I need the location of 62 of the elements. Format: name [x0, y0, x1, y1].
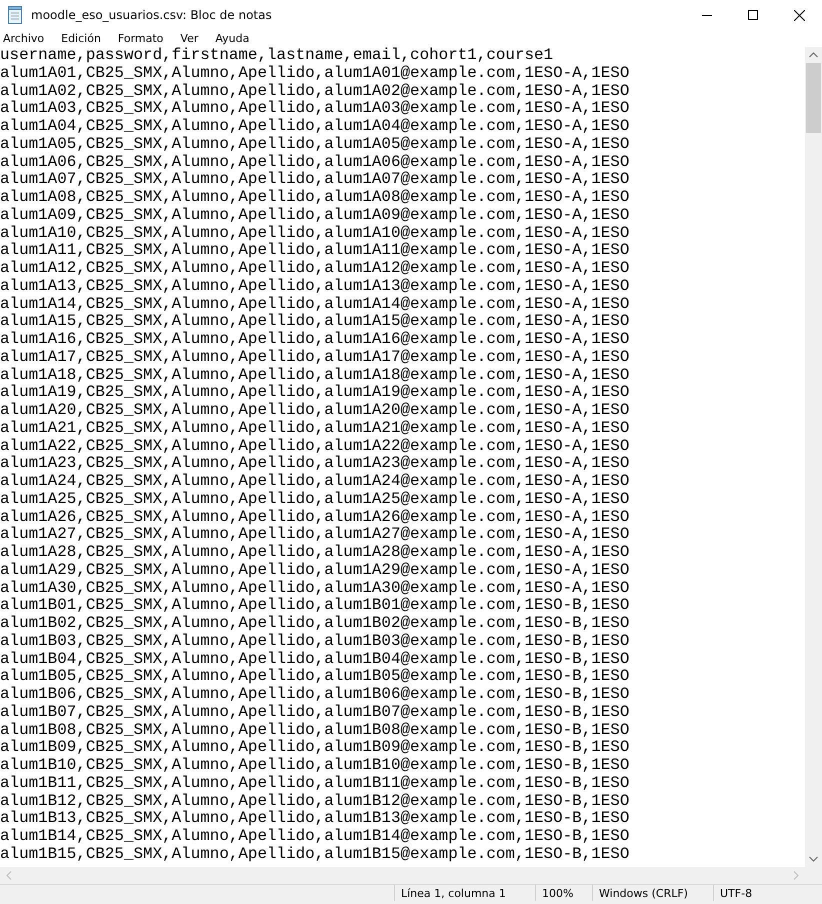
text-line: alum1B12,CB25_SMX,Alumno,Apellido,alum1B12@example.com,1ESO-B,1ESO	[0, 792, 630, 810]
text-line: alum1A17,CB25_SMX,Alumno,Apellido,alum1A17@example.com,1ESO-A,1ESO	[0, 348, 630, 366]
text-line: alum1A16,CB25_SMX,Alumno,Apellido,alum1A16@example.com,1ESO-A,1ESO	[0, 331, 630, 349]
text-line: alum1A22,CB25_SMX,Alumno,Apellido,alum1A22@example.com,1ESO-A,1ESO	[0, 438, 630, 456]
status-text: Windows (CRLF)	[592, 885, 713, 901]
text-line: alum1A15,CB25_SMX,Alumno,Apellido,alum1A15@example.com,1ESO-A,1ESO	[0, 313, 630, 331]
text-line: alum1A06,CB25_SMX,Alumno,Apellido,alum1A06@example.com,1ESO-A,1ESO	[0, 154, 630, 172]
scrollbar-thumb[interactable]	[806, 63, 821, 133]
text-line: alum1A27,CB25_SMX,Alumno,Apellido,alum1A27@example.com,1ESO-A,1ESO	[0, 526, 630, 544]
text-line: alum1A23,CB25_SMX,Alumno,Apellido,alum1A23@example.com,1ESO-A,1ESO	[0, 455, 630, 473]
status-text: Línea 1, columna 1	[394, 885, 535, 901]
menu-item[interactable]: Ayuda	[212, 32, 258, 45]
text-line: alum1A01,CB25_SMX,Alumno,Apellido,alum1A01@example.com,1ESO-A,1ESO	[0, 64, 630, 82]
text-line: alum1B11,CB25_SMX,Alumno,Apellido,alum1B11@example.com,1ESO-B,1ESO	[0, 774, 630, 792]
text-line: alum1A30,CB25_SMX,Alumno,Apellido,alum1A30@example.com,1ESO-A,1ESO	[0, 580, 630, 598]
text-line: alum1B02,CB25_SMX,Alumno,Apellido,alum1B02@example.com,1ESO-B,1ESO	[0, 615, 630, 633]
text-line: alum1A02,CB25_SMX,Alumno,Apellido,alum1A02@example.com,1ESO-A,1ESO	[0, 82, 630, 100]
text-line: alum1A28,CB25_SMX,Alumno,Apellido,alum1A28@example.com,1ESO-A,1ESO	[0, 544, 630, 562]
text-line: alum1A25,CB25_SMX,Alumno,Apellido,alum1A25@example.com,1ESO-A,1ESO	[0, 490, 630, 508]
text-line: alum1A24,CB25_SMX,Alumno,Apellido,alum1A24@example.com,1ESO-A,1ESO	[0, 473, 630, 491]
vertical-scrollbar[interactable]	[805, 47, 822, 867]
menu-item[interactable]: Formato	[114, 32, 172, 45]
text-line: alum1B05,CB25_SMX,Alumno,Apellido,alum1B05@example.com,1ESO-B,1ESO	[0, 668, 630, 686]
text-line: alum1A20,CB25_SMX,Alumno,Apellido,alum1A20@example.com,1ESO-A,1ESO	[0, 402, 630, 420]
menu-item[interactable]: Edición	[58, 32, 109, 45]
text-line: alum1A13,CB25_SMX,Alumno,Apellido,alum1A13@example.com,1ESO-A,1ESO	[0, 278, 630, 296]
window-title: moodle_eso_usuarios.csv: Bloc de notas	[31, 8, 272, 22]
text-line: alum1B06,CB25_SMX,Alumno,Apellido,alum1B06@example.com,1ESO-B,1ESO	[0, 686, 630, 704]
horizontal-scrollbar[interactable]	[0, 867, 805, 884]
text-line: alum1A09,CB25_SMX,Alumno,Apellido,alum1A09@example.com,1ESO-A,1ESO	[0, 206, 630, 224]
text-line: alum1A26,CB25_SMX,Alumno,Apellido,alum1A26@example.com,1ESO-A,1ESO	[0, 508, 630, 526]
text-line: alum1B01,CB25_SMX,Alumno,Apellido,alum1B01@example.com,1ESO-B,1ESO	[0, 597, 630, 615]
status-text: 100%	[535, 885, 592, 901]
text-line: alum1B13,CB25_SMX,Alumno,Apellido,alum1B13@example.com,1ESO-B,1ESO	[0, 810, 630, 828]
notepad-icon	[7, 6, 23, 24]
text-line: alum1B08,CB25_SMX,Alumno,Apellido,alum1B08@example.com,1ESO-B,1ESO	[0, 722, 630, 740]
menu-item[interactable]: Archivo	[0, 32, 52, 45]
text-line: alum1A12,CB25_SMX,Alumno,Apellido,alum1A12@example.com,1ESO-A,1ESO	[0, 260, 630, 278]
text-line: username,password,firstname,lastname,email,cohort1,course1	[0, 47, 554, 65]
text-line: alum1B14,CB25_SMX,Alumno,Apellido,alum1B14@example.com,1ESO-B,1ESO	[0, 828, 630, 846]
text-line: alum1B10,CB25_SMX,Alumno,Apellido,alum1B10@example.com,1ESO-B,1ESO	[0, 757, 630, 775]
text-line: alum1B04,CB25_SMX,Alumno,Apellido,alum1B04@example.com,1ESO-B,1ESO	[0, 650, 630, 668]
text-line: alum1B15,CB25_SMX,Alumno,Apellido,alum1B15@example.com,1ESO-B,1ESO	[0, 846, 630, 864]
text-line: alum1A11,CB25_SMX,Alumno,Apellido,alum1A11@example.com,1ESO-A,1ESO	[0, 242, 630, 260]
text-line: alum1A21,CB25_SMX,Alumno,Apellido,alum1A21@example.com,1ESO-A,1ESO	[0, 420, 630, 438]
status-text: UTF-8	[713, 885, 762, 901]
text-line: alum1B03,CB25_SMX,Alumno,Apellido,alum1B03@example.com,1ESO-B,1ESO	[0, 632, 630, 650]
text-line: alum1A19,CB25_SMX,Alumno,Apellido,alum1A19@example.com,1ESO-A,1ESO	[0, 384, 630, 402]
maximize-icon	[748, 10, 758, 20]
text-line: alum1A29,CB25_SMX,Alumno,Apellido,alum1A29@example.com,1ESO-A,1ESO	[0, 562, 630, 580]
text-line: alum1A07,CB25_SMX,Alumno,Apellido,alum1A07@example.com,1ESO-A,1ESO	[0, 171, 630, 189]
close-icon	[794, 10, 804, 20]
text-line: alum1A05,CB25_SMX,Alumno,Apellido,alum1A05@example.com,1ESO-A,1ESO	[0, 136, 630, 154]
text-line: alum1A08,CB25_SMX,Alumno,Apellido,alum1A08@example.com,1ESO-A,1ESO	[0, 189, 630, 207]
text-line: alum1B07,CB25_SMX,Alumno,Apellido,alum1B07@example.com,1ESO-B,1ESO	[0, 704, 630, 722]
text-line: alum1A18,CB25_SMX,Alumno,Apellido,alum1A18@example.com,1ESO-A,1ESO	[0, 366, 630, 384]
text-line: alum1A03,CB25_SMX,Alumno,Apellido,alum1A03@example.com,1ESO-A,1ESO	[0, 100, 630, 118]
text-line: alum1A04,CB25_SMX,Alumno,Apellido,alum1A04@example.com,1ESO-A,1ESO	[0, 118, 630, 136]
text-line: alum1B09,CB25_SMX,Alumno,Apellido,alum1B09@example.com,1ESO-B,1ESO	[0, 739, 630, 757]
menu-item[interactable]: Ver	[177, 32, 206, 45]
text-line: alum1A14,CB25_SMX,Alumno,Apellido,alum1A14@example.com,1ESO-A,1ESO	[0, 296, 630, 314]
text-line: alum1A10,CB25_SMX,Alumno,Apellido,alum1A10@example.com,1ESO-A,1ESO	[0, 224, 630, 242]
